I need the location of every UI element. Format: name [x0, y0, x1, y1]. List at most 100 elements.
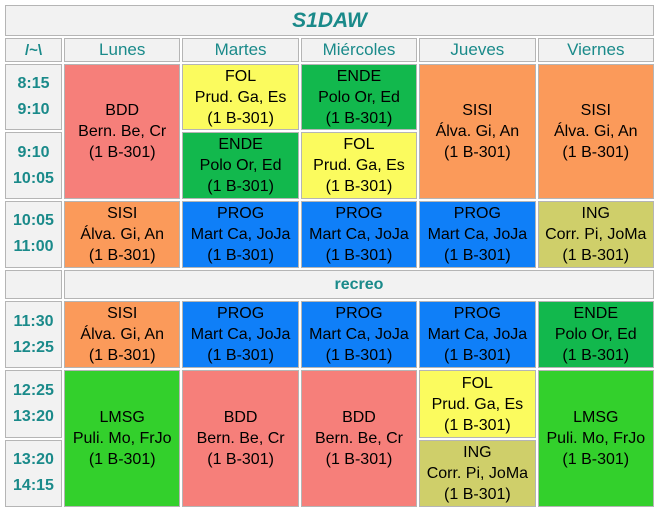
- subject: FOL: [461, 374, 493, 392]
- teachers: Mart Ca, JoJa: [190, 225, 291, 243]
- teachers: Álva. Gi, An: [435, 122, 520, 140]
- time-start: 12:25: [13, 382, 54, 400]
- teachers: Mart Ca, JoJa: [427, 326, 528, 344]
- class-cell-fri-1[interactable]: SISI Álva. Gi, An (1 B-301): [537, 64, 654, 199]
- class-cell-thu-3[interactable]: PROG Mart Ca, JoJa (1 B-301): [419, 200, 536, 269]
- subject: PROG: [335, 305, 383, 323]
- room: (1 B-301): [325, 451, 393, 469]
- room: (1 B-301): [444, 416, 511, 434]
- room: (1 B-301): [444, 347, 511, 365]
- time-slot-4: 11:30 12:25: [5, 301, 62, 369]
- time-slot-3: 10:05 11:00: [5, 200, 62, 269]
- room: (1 B-301): [207, 246, 274, 264]
- subject: SISI: [462, 101, 493, 119]
- time-start: 11:30: [13, 312, 54, 330]
- room: (1 B-301): [207, 109, 274, 127]
- time-start: 10:05: [13, 212, 54, 230]
- teachers: Bern. Be, Cr: [314, 430, 403, 448]
- subject: SISI: [580, 101, 611, 119]
- time-end: 11:00: [13, 238, 54, 256]
- room: (1 B-301): [444, 485, 511, 503]
- class-cell-fri-5[interactable]: LMSG Puli. Mo, FrJo (1 B-301): [537, 370, 654, 507]
- room: (1 B-301): [88, 347, 156, 365]
- time-start: 8:15: [17, 75, 50, 93]
- class-cell-wed-2[interactable]: FOL Prud. Ga, Es (1 B-301): [300, 132, 418, 199]
- class-cell-tue-4[interactable]: PROG Mart Ca, JoJa (1 B-301): [182, 301, 299, 369]
- room: (1 B-301): [325, 347, 393, 365]
- teachers: Mart Ca, JoJa: [309, 326, 409, 344]
- teachers: Prud. Ga, Es: [194, 88, 287, 106]
- class-cell-mon-1[interactable]: BDD Bern. Be, Cr (1 B-301): [64, 64, 181, 199]
- teachers: Prud. Ga, Es: [431, 395, 524, 413]
- teachers: Álva. Gi, An: [553, 122, 638, 140]
- class-cell-tue-1[interactable]: FOL Prud. Ga, Es (1 B-301): [182, 64, 299, 131]
- room: (1 B-301): [444, 246, 511, 264]
- teachers: Mart Ca, JoJa: [190, 326, 291, 344]
- teachers: Bern. Be, Cr: [78, 122, 167, 140]
- time-slot-6: 13:20 14:15: [5, 439, 62, 507]
- room: (1 B-301): [562, 143, 630, 161]
- room: (1 B-301): [325, 109, 393, 127]
- room: (1 B-301): [207, 178, 274, 196]
- subject: BDD: [105, 101, 140, 119]
- subject: PROG: [453, 204, 501, 222]
- teachers: Puli. Mo, FrJo: [72, 430, 172, 448]
- break-time-cell: [5, 270, 62, 300]
- class-cell-tue-2[interactable]: ENDE Polo Or, Ed (1 B-301): [182, 132, 299, 199]
- class-cell-thu-4[interactable]: PROG Mart Ca, JoJa (1 B-301): [419, 301, 536, 369]
- break-row: recreo: [64, 270, 654, 300]
- class-cell-tue-5[interactable]: BDD Bern. Be, Cr (1 B-301): [182, 370, 299, 507]
- class-cell-wed-3[interactable]: PROG Mart Ca, JoJa (1 B-301): [300, 200, 418, 269]
- class-cell-wed-4[interactable]: PROG Mart Ca, JoJa (1 B-301): [300, 301, 418, 369]
- subject: PROG: [453, 305, 501, 323]
- subject: ING: [463, 443, 492, 461]
- room: (1 B-301): [88, 143, 156, 161]
- subject: FOL: [343, 136, 375, 154]
- room: (1 B-301): [562, 347, 630, 365]
- class-cell-fri-4[interactable]: ENDE Polo Or, Ed (1 B-301): [537, 301, 654, 369]
- day-header-friday: Viernes: [537, 38, 654, 63]
- time-start: 9:10: [17, 143, 50, 161]
- class-cell-thu-5[interactable]: FOL Prud. Ga, Es (1 B-301): [419, 370, 536, 438]
- class-cell-mon-5[interactable]: LMSG Puli. Mo, FrJo (1 B-301): [64, 370, 181, 507]
- class-cell-tue-3[interactable]: PROG Mart Ca, JoJa (1 B-301): [182, 200, 299, 269]
- subject: ENDE: [336, 67, 382, 85]
- timetable-title: S1DAW: [5, 5, 654, 37]
- time-slot-2: 9:10 10:05: [5, 132, 62, 199]
- subject: PROG: [335, 204, 383, 222]
- subject: ENDE: [573, 305, 618, 323]
- day-header-tuesday: Martes: [182, 38, 299, 63]
- room: (1 B-301): [562, 246, 630, 264]
- time-end: 10:05: [13, 169, 54, 187]
- subject: ING: [581, 204, 610, 222]
- time-end: 14:15: [13, 477, 54, 495]
- teachers: Puli. Mo, FrJo: [546, 430, 646, 448]
- teachers: Álva. Gi, An: [80, 225, 164, 243]
- time-end: 12:25: [13, 338, 54, 356]
- class-cell-wed-1[interactable]: ENDE Polo Or, Ed (1 B-301): [300, 64, 418, 131]
- class-cell-mon-4[interactable]: SISI Álva. Gi, An (1 B-301): [64, 301, 181, 369]
- subject: BDD: [342, 409, 376, 427]
- subject: PROG: [217, 204, 265, 222]
- room: (1 B-301): [88, 246, 156, 264]
- subject: LMSG: [99, 409, 145, 427]
- subject: PROG: [217, 305, 265, 323]
- teachers: Mart Ca, JoJa: [309, 225, 409, 243]
- teachers: Corr. Pi, JoMa: [545, 225, 647, 243]
- class-cell-thu-6[interactable]: ING Corr. Pi, JoMa (1 B-301): [419, 439, 536, 507]
- room: (1 B-301): [562, 451, 630, 469]
- teachers: Prud. Ga, Es: [313, 157, 405, 175]
- subject: LMSG: [573, 409, 619, 427]
- time-end: 13:20: [13, 408, 54, 426]
- class-cell-mon-3[interactable]: SISI Álva. Gi, An (1 B-301): [64, 200, 181, 269]
- class-cell-thu-1[interactable]: SISI Álva. Gi, An (1 B-301): [419, 64, 536, 199]
- time-end: 9:10: [17, 101, 50, 119]
- time-slot-1: 8:15 9:10: [5, 64, 62, 131]
- teachers: Mart Ca, JoJa: [427, 225, 528, 243]
- teachers: Álva. Gi, An: [80, 326, 164, 344]
- class-cell-wed-5[interactable]: BDD Bern. Be, Cr (1 B-301): [300, 370, 418, 507]
- teachers: Bern. Be, Cr: [196, 430, 285, 448]
- day-header-wednesday: Miércoles: [300, 38, 418, 63]
- teachers: Polo Or, Ed: [554, 326, 637, 344]
- class-cell-fri-3[interactable]: ING Corr. Pi, JoMa (1 B-301): [537, 200, 654, 269]
